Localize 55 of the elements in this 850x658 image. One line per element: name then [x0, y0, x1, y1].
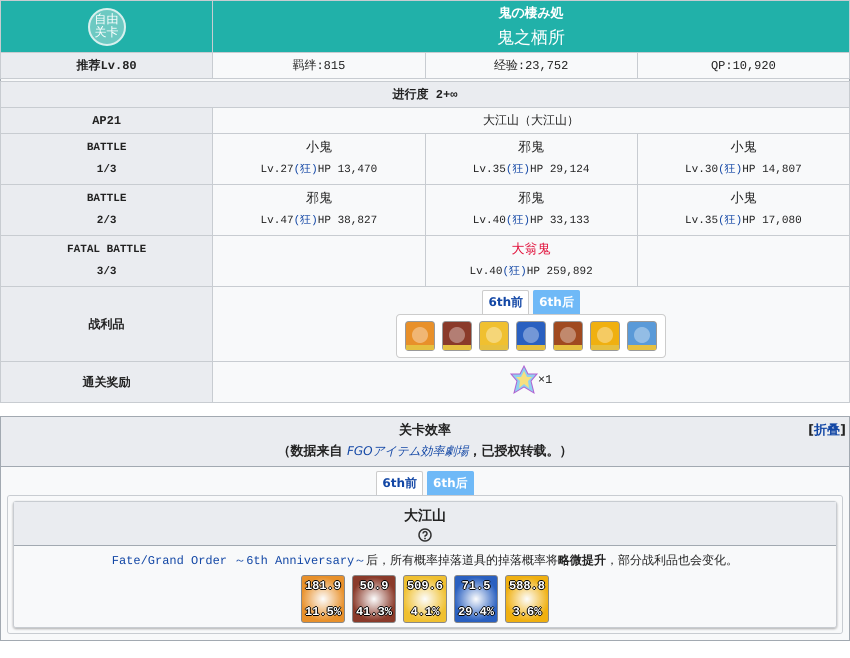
table-cell: 经验:23,752 — [494, 59, 568, 73]
enemy-stats: Lv.30(狂)HP 14,807 — [685, 162, 802, 178]
drop-rate: 41.3% — [356, 605, 392, 619]
quest-name: 大江山 — [404, 507, 446, 525]
tab[interactable]: 6th前 — [482, 290, 530, 314]
ap-per-drop: 181.9 — [304, 579, 341, 593]
drop-rate: 11.5% — [304, 605, 341, 619]
star-icon — [510, 365, 538, 395]
drop-rate: 4.1% — [410, 605, 440, 619]
table-header: AP21 — [92, 114, 122, 128]
anniversary-link[interactable]: Fate/Grand Order ～6th Anniversary～ — [112, 554, 366, 568]
update-note: Fate/Grand Order ～6th Anniversary～后，所有概率掉落道具的掉落概率将略微提升，部分战利品也会变化。 — [110, 552, 740, 570]
table-header: 通关奖励 — [82, 376, 131, 390]
battle-label: BATTLE — [86, 192, 126, 207]
enemy-stats: Lv.35(狂)HP 17,080 — [685, 214, 802, 229]
enemy-stats: Lv.35(狂)HP 29,124 — [472, 162, 590, 178]
enemy-stats: Lv.40(狂)HP 33,133 — [472, 214, 590, 229]
enemy-name: 小鬼 — [730, 190, 756, 208]
table-header: 战利品 — [88, 318, 125, 332]
enemy-name: 小鬼 — [306, 139, 332, 157]
source-link[interactable]: FGOアイテム効率劇場 — [346, 444, 469, 458]
quest-title: 鬼之栖所 — [496, 28, 566, 49]
table-header: 进行度 2+∞ — [392, 88, 458, 102]
table-cell: 羁绊:815 — [292, 59, 346, 73]
battle-label: BATTLE — [86, 141, 126, 156]
ap-per-drop: 50.9 — [360, 579, 388, 593]
ap-per-drop: 588.8 — [508, 579, 545, 593]
tab[interactable]: 6th前 — [376, 471, 423, 495]
battle-stage: 3/3 — [96, 265, 117, 280]
enemy-name: 邪鬼 — [518, 190, 544, 208]
enemy-name: 邪鬼 — [306, 190, 332, 208]
ap-per-drop: 71.5 — [462, 579, 490, 593]
enemy-name: 邪鬼 — [518, 139, 544, 157]
drop-rate: 29.4% — [458, 605, 494, 619]
enemy-name: 大翁鬼 — [512, 241, 551, 259]
help-icon[interactable] — [418, 528, 432, 542]
enemy-stats: Lv.47(狂)HP 38,827 — [260, 214, 378, 229]
battle-label: FATAL BATTLE — [67, 243, 146, 258]
drop-rate: 3.6% — [512, 605, 542, 619]
panel-title: 关卡效率 — [399, 422, 451, 439]
table-cell: 大江山（大江山） — [483, 114, 580, 128]
ap-per-drop: 509.6 — [406, 579, 443, 593]
enemy-name: 小鬼 — [730, 139, 756, 157]
enemy-stats: Lv.27(狂)HP 13,470 — [260, 162, 378, 178]
table-cell: QP:10,920 — [710, 58, 776, 72]
battle-stage: 1/3 — [96, 163, 117, 178]
quest-badge: 自由关卡 — [88, 8, 126, 46]
table-header: 推荐Lv.80 — [76, 59, 137, 73]
reward-count: ×1 — [538, 373, 552, 387]
source-note: （数据来自 FGOアイテム効率劇場，已授权转载。） — [277, 443, 573, 460]
quest-title-jp: 鬼の棲み処 — [497, 5, 565, 22]
enemy-stats: Lv.40(狂)HP 259,892 — [470, 264, 593, 280]
collapse-link[interactable]: 折叠 — [814, 423, 840, 438]
battle-stage: 2/3 — [96, 214, 117, 229]
collapse-toggle: [折叠] — [808, 421, 846, 439]
